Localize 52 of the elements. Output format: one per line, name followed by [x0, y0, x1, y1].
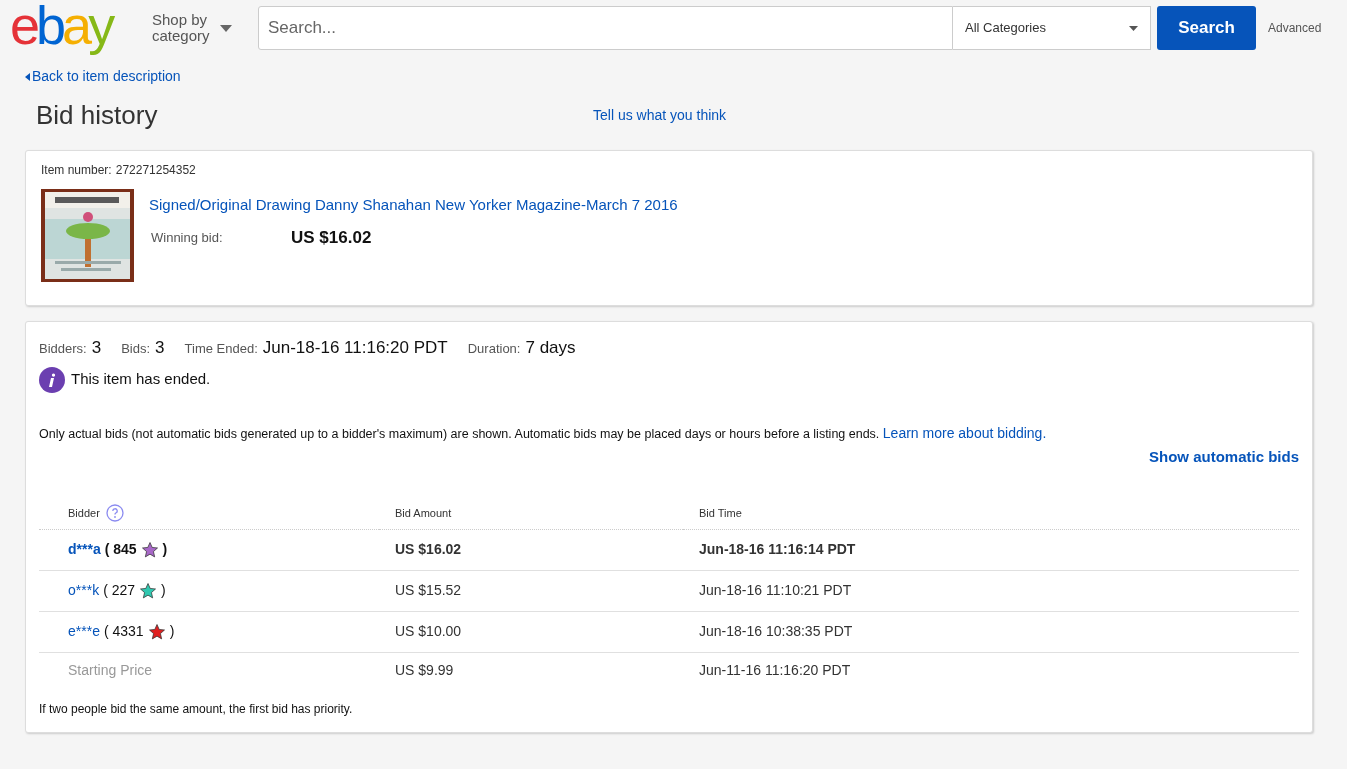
summary-value: 3 — [155, 337, 165, 359]
footnote: If two people bid the same amount, the first bid has priority. — [39, 701, 354, 718]
caret-icon — [220, 24, 232, 32]
bid-amount: US $15.52 — [395, 582, 462, 598]
bid-amount: US $10.00 — [395, 623, 462, 639]
summary-label: Bidders: — [39, 340, 87, 358]
advanced-link[interactable]: Advanced — [1268, 19, 1322, 37]
feedback-score: ( 4331 — [103, 622, 144, 641]
bidder-link[interactable]: o***k — [68, 580, 100, 601]
summary-label: Time Ended: — [184, 340, 258, 358]
caret-left-icon — [25, 72, 30, 81]
summary-value: 7 days — [525, 337, 576, 359]
winning-bid: US $16.02 — [291, 226, 372, 249]
starting-price-label: Starting Price — [68, 661, 153, 678]
item-title-link[interactable]: Signed/Original Drawing Danny Shanahan New Yorker Magazine-March 7 2016 — [149, 194, 678, 217]
summary-value: 3 — [91, 337, 102, 359]
bidder-link[interactable]: d***a — [68, 539, 101, 560]
bid-time: Jun-18-16 11:10:21 PDT — [699, 582, 852, 598]
bid-time: Jun-11-16 11:16:20 PDT — [699, 661, 851, 678]
column-header: Bid Amount — [395, 506, 452, 521]
search-field[interactable]: Search... — [258, 6, 953, 50]
item-number: 272271254352 — [115, 162, 196, 179]
caret-icon — [1129, 25, 1138, 31]
learn-more-link[interactable]: Learn more about bidding. — [882, 424, 1047, 441]
bidder-link[interactable]: e***e — [68, 621, 100, 642]
column-header: Bid Time — [699, 506, 742, 521]
bid-time: Jun-18-16 11:16:14 PDT — [699, 541, 856, 557]
summary-label: Duration: — [467, 340, 521, 358]
search-button[interactable]: Search — [1157, 6, 1256, 50]
explanation-text: Only actual bids (not automatic bids generated up to a bidder's maximum) are shown. Automatic bids may be placed days or hours before a listing ends. Learn more about bidding. — [39, 423, 1048, 443]
category-dropdown[interactable]: All Categories — [953, 6, 1151, 50]
summary-value: Jun-18-16 11:16:20 PDT — [262, 337, 448, 359]
bid-time: Jun-18-16 10:38:35 PDT — [699, 623, 853, 639]
help-icon[interactable] — [105, 504, 124, 523]
feedback-score: ( 227 — [103, 581, 136, 600]
bid-amount: US $9.99 — [395, 661, 454, 678]
back-link[interactable]: Back to item description — [25, 66, 181, 87]
page-title: Bid history — [36, 98, 159, 132]
info-icon — [39, 366, 65, 393]
bid-amount: US $16.02 — [395, 541, 462, 557]
feedback-score: ( 845 — [104, 540, 137, 559]
column-header: Bidder — [68, 506, 100, 521]
feedback-score-close: ) — [162, 540, 168, 559]
feedback-link[interactable]: Tell us what you think — [593, 104, 727, 126]
feedback-score-close: ) — [169, 622, 175, 641]
summary-label: Bids: — [121, 340, 151, 358]
winning-bid-label: Winning bid: — [151, 228, 224, 247]
show-automatic-bids-link[interactable]: Show automatic bids — [1149, 445, 1299, 468]
shop-by-category-button[interactable]: Shop by category — [152, 12, 242, 44]
ended-notice: This item has ended. — [71, 369, 211, 390]
feedback-score-close: ) — [161, 581, 166, 600]
item-number-label: Item number: — [41, 162, 112, 179]
